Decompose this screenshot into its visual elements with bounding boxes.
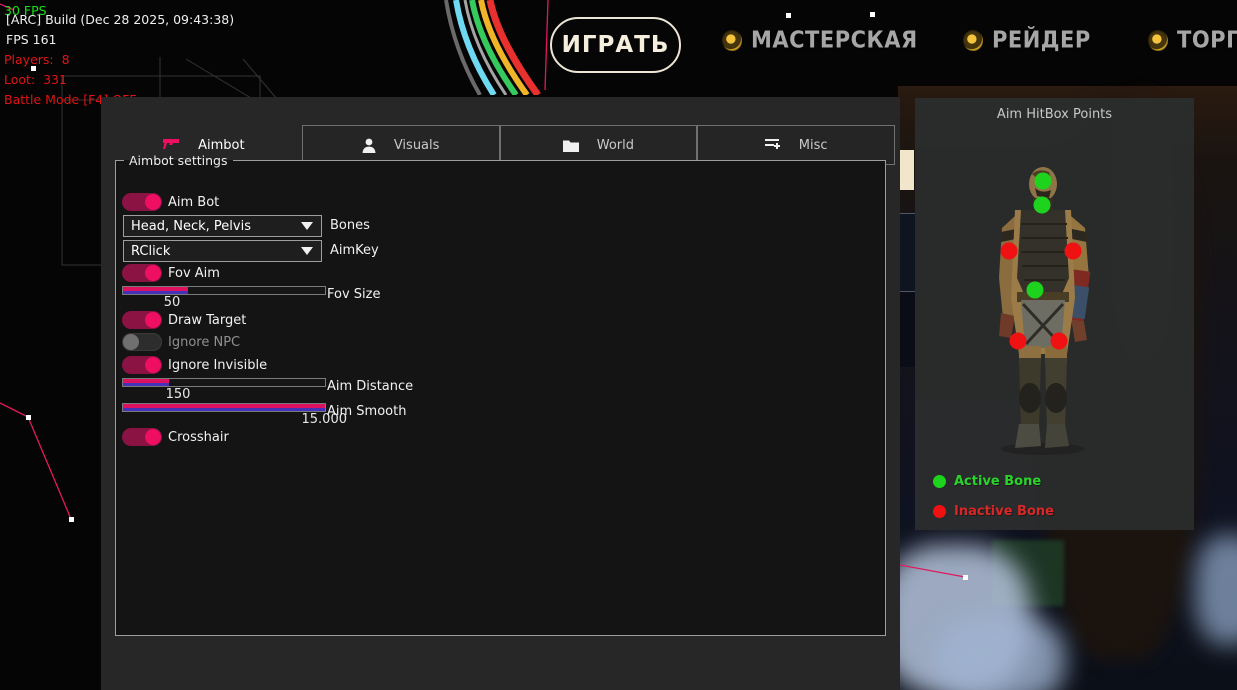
aim-smooth-slider[interactable]	[122, 403, 326, 412]
folder-icon	[563, 139, 579, 152]
menu-item-raider[interactable]: РЕЙДЕР	[963, 28, 1091, 52]
bones-label: Bones	[330, 218, 370, 233]
crosshair-toggle[interactable]	[122, 428, 162, 446]
menu-item-label: ТОРГО	[1177, 27, 1237, 53]
menu-item-label: РЕЙДЕР	[992, 27, 1091, 53]
aimkey-dropdown[interactable]: RClick	[123, 240, 322, 262]
draw-target-toggle[interactable]	[122, 311, 162, 329]
tab-label: Aimbot	[198, 138, 244, 153]
aimkey-label: AimKey	[330, 243, 379, 258]
fov-size-slider[interactable]	[122, 286, 326, 295]
toggle-knob	[145, 194, 161, 210]
play-button[interactable]: ИГРАТЬ	[550, 17, 681, 73]
person-icon	[362, 138, 376, 153]
menu-item-trade[interactable]: ТОРГО	[1148, 28, 1237, 52]
ignore-npc-label: Ignore NPC	[168, 335, 240, 350]
hitbox-point-left-thigh	[1010, 333, 1027, 350]
loot-marker	[69, 517, 74, 522]
menu-item-workshop[interactable]: МАСТЕРСКАЯ	[722, 28, 918, 52]
debug-overlay: 30 FPS [ARC] Build (Dec 28 2025, 09:43:3…	[4, 0, 20, 160]
tab-label: World	[597, 138, 634, 153]
legend-label: Inactive Bone	[954, 504, 1054, 519]
hitbox-point-left-shoulder	[1001, 243, 1018, 260]
hitbox-panel: Aim HitBox Points	[915, 98, 1194, 530]
hitbox-point-head	[1035, 173, 1052, 190]
settings-group-title: Aimbot settings	[124, 153, 233, 168]
tab-label: Misc	[799, 138, 828, 153]
fov-aim-label: Fov Aim	[168, 266, 220, 281]
hitbox-point-right-thigh	[1051, 333, 1068, 350]
slider-fill	[123, 379, 169, 386]
aim-bot-toggle[interactable]	[122, 193, 162, 211]
toggle-knob	[145, 265, 161, 281]
build-text: [ARC] Build (Dec 28 2025, 09:43:38)	[6, 10, 234, 30]
aimkey-dropdown-value: RClick	[124, 244, 301, 259]
loot-marker	[26, 415, 31, 420]
slider-fill	[123, 404, 325, 411]
tab-label: Visuals	[394, 138, 440, 153]
toggle-knob	[145, 429, 161, 445]
slider-fill	[123, 287, 188, 294]
coin-icon	[961, 28, 985, 53]
play-button-label: ИГРАТЬ	[562, 32, 670, 58]
toggle-knob	[123, 334, 139, 350]
coin-icon	[1146, 28, 1170, 53]
bones-dropdown-value: Head, Neck, Pelvis	[124, 219, 301, 234]
cheat-menu-panel: Aimbot Visuals World	[101, 97, 900, 690]
crosshair-label: Crosshair	[168, 430, 229, 445]
aim-bot-label: Aim Bot	[168, 195, 219, 210]
ignore-invisible-toggle[interactable]	[122, 356, 162, 374]
coin-icon	[720, 28, 744, 53]
legend-active-bone: Active Bone	[933, 474, 1041, 489]
fov-size-label: Fov Size	[327, 287, 380, 302]
pistol-icon	[163, 138, 180, 152]
hitbox-point-neck	[1034, 197, 1051, 214]
aim-smooth-label: Aim Smooth	[327, 404, 406, 419]
fov-size-value: 50	[157, 295, 187, 310]
hitbox-point-right-shoulder	[1065, 243, 1082, 260]
fov-aim-toggle[interactable]	[122, 264, 162, 282]
filter-list-icon	[765, 138, 781, 152]
hitbox-point-pelvis	[1027, 282, 1044, 299]
inactive-bone-dot-icon	[933, 505, 946, 518]
toggle-knob	[145, 312, 161, 328]
players-count-text: Players: 8	[4, 50, 70, 70]
legend-label: Active Bone	[954, 474, 1041, 489]
aim-distance-label: Aim Distance	[327, 379, 413, 394]
screen: 30 FPS [ARC] Build (Dec 28 2025, 09:43:3…	[0, 0, 1237, 690]
menu-item-label: МАСТЕРСКАЯ	[751, 27, 918, 53]
ignore-npc-toggle[interactable]	[122, 333, 162, 351]
aim-distance-value: 150	[158, 387, 198, 402]
ignore-invisible-label: Ignore Invisible	[168, 358, 267, 373]
hitbox-points	[915, 98, 1194, 530]
toggle-knob	[145, 357, 161, 373]
active-bone-dot-icon	[933, 475, 946, 488]
draw-target-label: Draw Target	[168, 313, 246, 328]
chevron-down-icon	[301, 247, 313, 255]
loot-marker	[963, 575, 968, 580]
loot-count-text: Loot: 331	[4, 70, 67, 90]
aim-distance-slider[interactable]	[122, 378, 326, 387]
chevron-down-icon	[301, 222, 313, 230]
fps-text: FPS 161	[6, 30, 57, 50]
legend-inactive-bone: Inactive Bone	[933, 504, 1054, 519]
bones-dropdown[interactable]: Head, Neck, Pelvis	[123, 215, 322, 237]
